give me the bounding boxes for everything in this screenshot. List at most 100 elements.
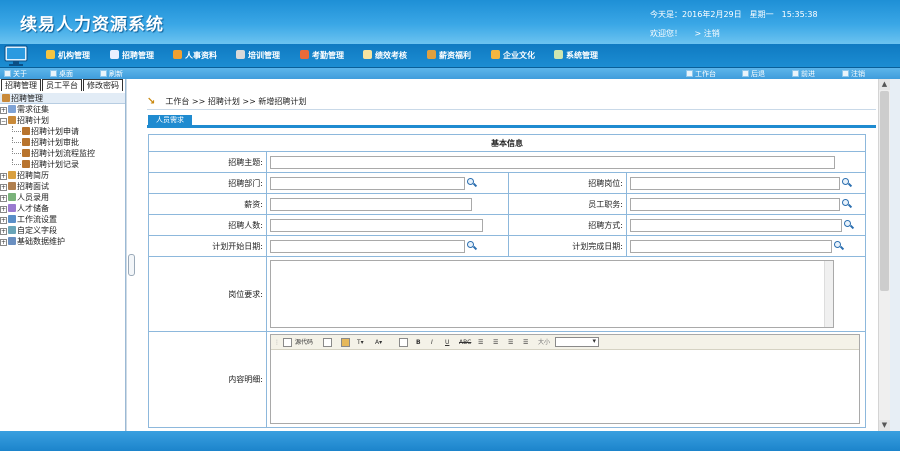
nav-item-4[interactable]: 培训管理 (236, 50, 280, 61)
refresh-icon (100, 70, 107, 77)
tree-node[interactable]: + 人员录用 (0, 192, 125, 203)
desktop-button[interactable]: 桌面 (50, 69, 73, 79)
tab-personnel-demand[interactable]: 人员需求 (148, 115, 192, 125)
tab-employee-platform[interactable]: 员工平台 (42, 79, 82, 91)
search-icon[interactable] (842, 178, 853, 188)
nav-item-6[interactable]: 绩效考核 (363, 50, 407, 61)
nav-item-5[interactable]: 考勤管理 (300, 50, 344, 61)
image-icon[interactable] (341, 338, 350, 347)
splitter[interactable] (126, 79, 136, 431)
font-size-select[interactable] (555, 337, 599, 347)
bold-icon[interactable]: B (416, 338, 421, 347)
tree-node[interactable]: + 基础数据维护 (0, 236, 125, 247)
textarea-scrollbar[interactable] (824, 261, 833, 327)
source-button[interactable]: 源代码 (295, 338, 313, 347)
position-input[interactable] (630, 176, 840, 190)
italic-icon[interactable]: I (431, 338, 433, 347)
main-nav: 机构管理 招聘管理 人事资料 培训管理 考勤管理 绩效考核 薪资福利 企业文化 系统管理 (0, 44, 900, 68)
headcount-input[interactable] (270, 218, 483, 232)
expand-icon[interactable]: + (0, 228, 7, 235)
align-right-icon[interactable]: ☰ (508, 338, 513, 347)
tree-line (12, 126, 21, 132)
tree-leaf[interactable]: 招聘计划审批 (0, 137, 125, 148)
tree-node[interactable]: − 招聘计划 (0, 115, 125, 126)
folder-icon (8, 193, 16, 201)
footer-bar (0, 431, 900, 451)
expand-icon[interactable]: + (0, 206, 7, 213)
tree-node[interactable]: + 招聘面试 (0, 181, 125, 192)
expand-icon[interactable]: + (0, 195, 7, 202)
folder-icon (8, 215, 16, 223)
search-icon[interactable] (834, 241, 845, 251)
tree-node-label: 招聘计划 (17, 116, 49, 125)
forward-button[interactable]: 前进 (792, 69, 815, 79)
source-icon[interactable] (283, 338, 292, 347)
welcome-area: 欢迎您！ > 注销 (650, 28, 720, 39)
tree-leaf[interactable]: 招聘计划记录 (0, 159, 125, 170)
tree-node[interactable]: + 工作流设置 (0, 214, 125, 225)
expand-icon[interactable]: + (0, 239, 7, 246)
search-icon[interactable] (467, 178, 478, 188)
signout-button[interactable]: 注销 (842, 69, 865, 79)
method-input[interactable] (630, 218, 842, 232)
nav-item-1[interactable]: 机构管理 (46, 50, 90, 61)
tab-change-password[interactable]: 修改密码 (83, 79, 123, 91)
workbench-button[interactable]: 工作台 (686, 69, 716, 79)
expand-icon[interactable]: + (0, 217, 7, 224)
expand-icon[interactable]: + (0, 184, 7, 191)
scroll-down-icon[interactable]: ▼ (879, 420, 890, 431)
nav-item-3[interactable]: 人事资料 (173, 50, 217, 61)
details-label: 内容明细: (148, 331, 267, 428)
tree-node[interactable]: + 需求征集 (0, 104, 125, 115)
tree-node[interactable]: + 自定义字段 (0, 225, 125, 236)
about-button[interactable]: 关于 (4, 69, 27, 79)
department-input[interactable] (270, 176, 465, 190)
nav-item-7[interactable]: 薪资福利 (427, 50, 471, 61)
scroll-up-icon[interactable]: ▲ (879, 79, 890, 90)
start-date-input[interactable] (270, 239, 465, 253)
collapse-icon[interactable]: − (0, 118, 7, 125)
nav-item-2[interactable]: 招聘管理 (110, 50, 154, 61)
tree-node-label: 自定义字段 (17, 226, 57, 235)
refresh-button[interactable]: 刷新 (100, 69, 123, 79)
align-left-icon[interactable]: ☰ (478, 338, 483, 347)
end-date-input[interactable] (630, 239, 832, 253)
nav-icon (173, 50, 182, 59)
nav-item-8[interactable]: 企业文化 (491, 50, 535, 61)
subject-label: 招聘主题: (148, 151, 267, 173)
nav-item-9[interactable]: 系统管理 (554, 50, 598, 61)
tree-node[interactable]: + 人才储备 (0, 203, 125, 214)
salary-input[interactable] (270, 197, 472, 211)
page-scrollbar[interactable]: ▲ ▼ (878, 79, 890, 431)
scroll-thumb[interactable] (880, 91, 889, 291)
tree-leaf[interactable]: 招聘计划流程监控 (0, 148, 125, 159)
logout-link[interactable]: > 注销 (695, 29, 720, 38)
underline-icon[interactable]: U (445, 338, 449, 347)
expand-icon[interactable]: + (0, 107, 7, 114)
tree-node-label: 人才储备 (17, 204, 49, 213)
tab-recruitment[interactable]: 招聘管理 (1, 79, 41, 91)
new-page-icon[interactable] (323, 338, 332, 347)
requirements-textarea[interactable] (270, 260, 834, 328)
text-color-icon[interactable]: T▾ (357, 338, 364, 347)
search-icon[interactable] (844, 220, 855, 230)
align-center-icon[interactable]: ☰ (493, 338, 498, 347)
back-button[interactable]: 后退 (742, 69, 765, 79)
bg-color-icon[interactable]: A▾ (375, 338, 382, 347)
tree-root[interactable]: 招聘管理 (0, 93, 125, 104)
tree-leaf[interactable]: 招聘计划申请 (0, 126, 125, 137)
expand-icon[interactable]: + (0, 173, 7, 180)
justify-icon[interactable]: ☰ (523, 338, 528, 347)
rich-text-editor[interactable]: ⋮ 源代码 T▾ A▾ B I U ABC ☰ ☰ ☰ ☰ 大小 ▾ (270, 334, 860, 424)
tree-node[interactable]: + 招聘简历 (0, 170, 125, 181)
strike-icon[interactable]: ABC (459, 338, 471, 347)
search-icon[interactable] (467, 241, 478, 251)
duty-input[interactable] (630, 197, 840, 211)
table-icon[interactable] (399, 338, 408, 347)
main-content: ↘ 工作台 >> 招聘计划 >> 新增招聘计划 人员需求 基本信息 招聘主题: 招… (137, 79, 878, 431)
tree-node-label: 工作流设置 (17, 215, 57, 224)
subject-input[interactable] (270, 155, 835, 169)
search-icon[interactable] (842, 199, 853, 209)
nav-icon (427, 50, 436, 59)
splitter-handle[interactable] (128, 254, 135, 276)
